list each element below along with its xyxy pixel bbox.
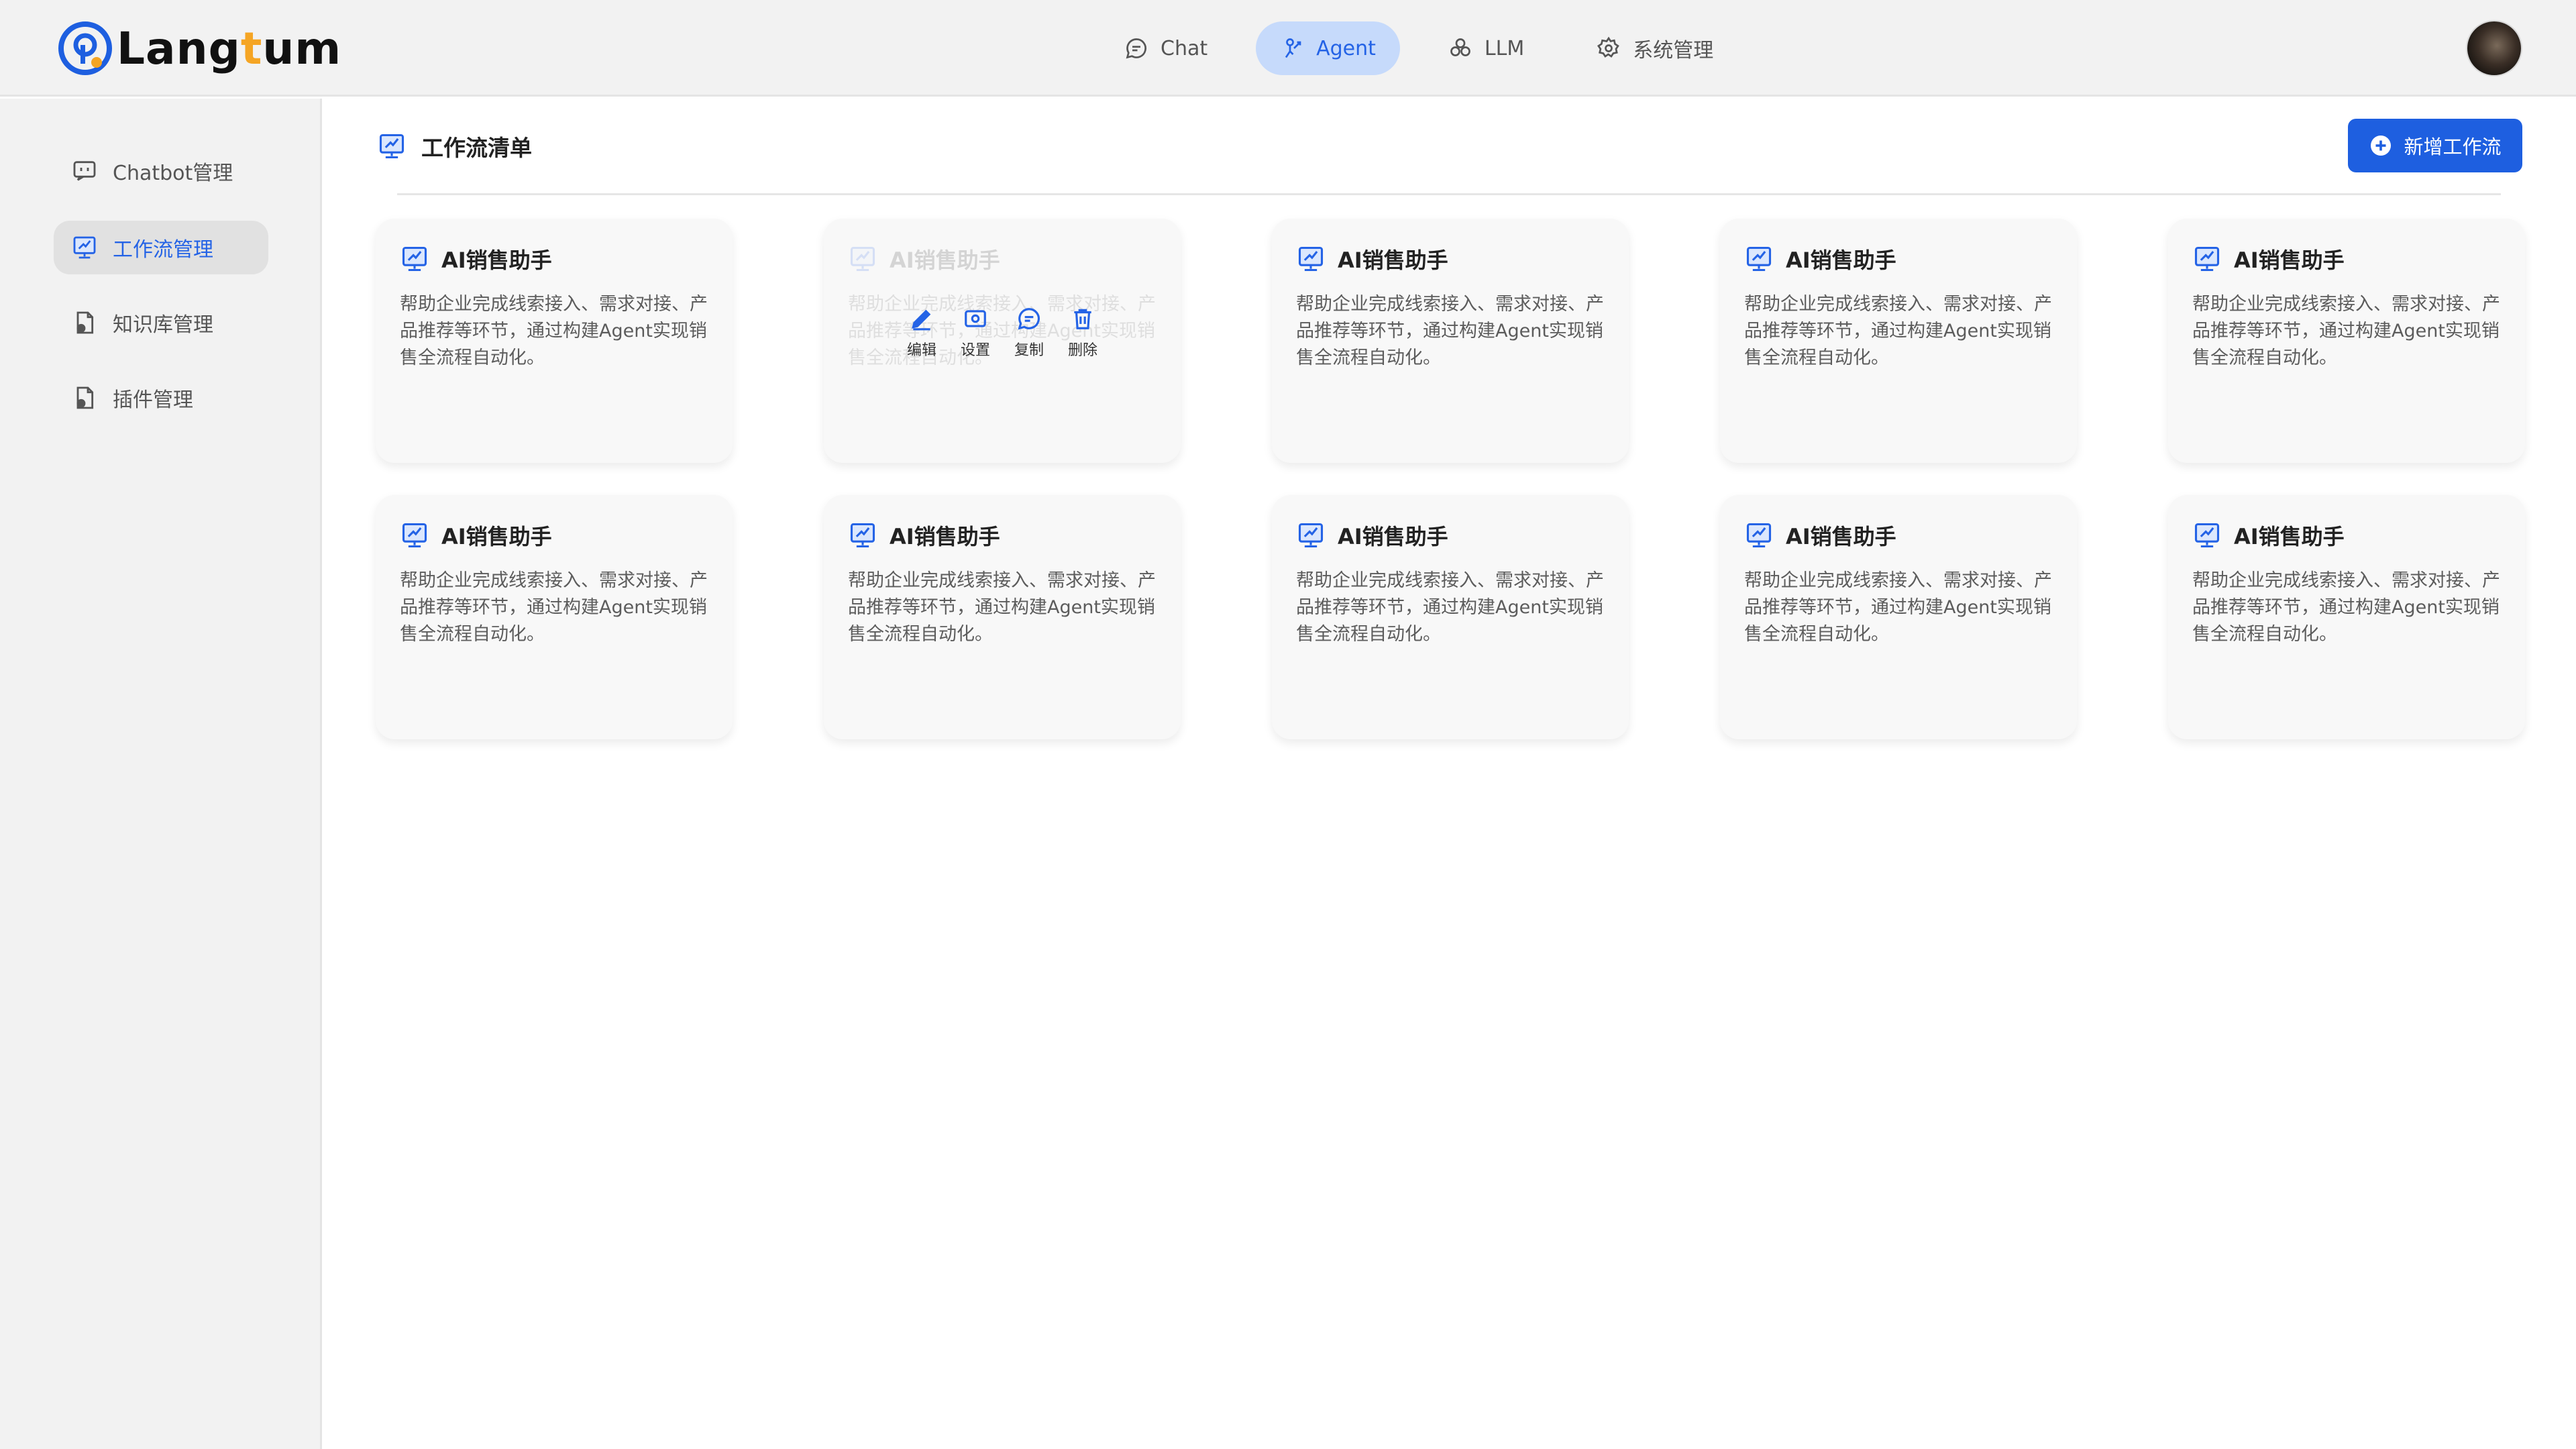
workflow-card[interactable]: AI销售助手 帮助企业完成线索接入、需求对接、产品推荐等环节，通过构建Agent… [2168, 219, 2525, 463]
sidebar-item-knowledge-base[interactable]: 知识库管理 [54, 296, 268, 350]
card-action-bar: 编辑 设置 复制 删除 [824, 306, 1181, 360]
main-nav: Chat Agent LLM 系统管理 [1100, 21, 1737, 75]
workflow-card[interactable]: AI销售助手 帮助企业完成线索接入、需求对接、产品推荐等环节，通过构建Agent… [824, 219, 1181, 463]
workflow-icon [1746, 523, 1772, 548]
cluster-icon [1450, 38, 1470, 56]
trash-icon [1074, 309, 1091, 329]
sidebar: Chatbot管理 工作流管理 知识库管理 插件管理 [0, 99, 322, 1449]
copy-icon [1018, 308, 1040, 330]
card-title: AI销售助手 [441, 524, 552, 549]
card-title: AI销售助手 [2234, 248, 2345, 273]
add-workflow-button[interactable]: 新增工作流 [2348, 119, 2522, 172]
card-header: AI销售助手 [2192, 515, 2345, 555]
sidebar-item-workflow[interactable]: 工作流管理 [54, 221, 268, 274]
plugin-icon [76, 386, 94, 409]
pencil-icon [912, 309, 931, 331]
copy-button[interactable]: 复制 [1012, 306, 1046, 360]
workflow-card[interactable]: AI销售助手 帮助企业完成线索接入、需求对接、产品推荐等环节，通过构建Agent… [824, 495, 1181, 739]
workflow-icon [1298, 523, 1324, 548]
card-title: AI销售助手 [1338, 248, 1448, 273]
workflow-card[interactable]: AI销售助手 帮助企业完成线索接入、需求对接、产品推荐等环节，通过构建Agent… [376, 495, 733, 739]
page-title: 工作流清单 [377, 126, 532, 166]
nav-system-management[interactable]: 系统管理 [1572, 21, 1737, 75]
card-header: AI销售助手 [400, 239, 552, 279]
workflow-icon [850, 246, 875, 272]
workflow-card[interactable]: AI销售助手 帮助企业完成线索接入、需求对接、产品推荐等环节，通过构建Agent… [1272, 219, 1629, 463]
app-logo[interactable]: Langtum [58, 19, 341, 78]
chatbot-icon [73, 161, 96, 181]
top-header: Langtum Chat Agent LLM 系统管理 [0, 0, 2576, 97]
card-description: 帮助企业完成线索接入、需求对接、产品推荐等环节，通过构建Agent实现销售全流程… [400, 570, 708, 645]
workflow-list-icon [379, 133, 405, 159]
card-header: AI销售助手 [1744, 239, 1896, 279]
nav-agent[interactable]: Agent [1256, 21, 1400, 75]
workflow-card[interactable]: AI销售助手 帮助企业完成线索接入、需求对接、产品推荐等环节，通过构建Agent… [1720, 495, 2077, 739]
card-header: AI销售助手 [1296, 515, 1448, 555]
nav-chat[interactable]: Chat [1100, 21, 1232, 75]
plus-circle-icon [2371, 136, 2392, 156]
sidebar-item-chatbot[interactable]: Chatbot管理 [54, 144, 268, 198]
card-header: AI销售助手 [1296, 239, 1448, 279]
card-header: AI销售助手 [400, 515, 552, 555]
logo-text: Langtum [117, 22, 342, 74]
card-title: AI销售助手 [890, 248, 1000, 273]
card-header: AI销售助手 [2192, 239, 2345, 279]
card-description: 帮助企业完成线索接入、需求对接、产品推荐等环节，通过构建Agent实现销售全流程… [2192, 570, 2500, 645]
card-title: AI销售助手 [1786, 248, 1896, 273]
title-divider [397, 193, 2501, 195]
chat-bubble-icon [1126, 38, 1146, 59]
card-title: AI销售助手 [2234, 524, 2345, 549]
workflow-icon [1298, 246, 1324, 272]
card-description: 帮助企业完成线索接入、需求对接、产品推荐等环节，通过构建Agent实现销售全流程… [1296, 570, 1604, 645]
card-title: AI销售助手 [1338, 524, 1448, 549]
workflow-icon [2194, 523, 2220, 548]
card-header: AI销售助手 [1744, 515, 1896, 555]
gear-icon [1597, 36, 1620, 58]
edit-button[interactable]: 编辑 [905, 306, 938, 360]
workflow-card[interactable]: AI销售助手 帮助企业完成线索接入、需求对接、产品推荐等环节，通过构建Agent… [2168, 495, 2525, 739]
sidebar-item-plugin[interactable]: 插件管理 [54, 371, 268, 425]
delete-button[interactable]: 删除 [1066, 306, 1099, 360]
card-header: AI销售助手 [848, 515, 1000, 555]
workflow-icon [1746, 246, 1772, 272]
workflow-icon [402, 523, 427, 548]
workflow-icon [850, 523, 875, 548]
card-description: 帮助企业完成线索接入、需求对接、产品推荐等环节，通过构建Agent实现销售全流程… [848, 570, 1156, 645]
card-description: 帮助企业完成线索接入、需求对接、产品推荐等环节，通过构建Agent实现销售全流程… [1296, 294, 1604, 368]
card-description: 帮助企业完成线索接入、需求对接、产品推荐等环节，通过构建Agent实现销售全流程… [400, 294, 708, 368]
card-description: 帮助企业完成线索接入、需求对接、产品推荐等环节，通过构建Agent实现销售全流程… [1744, 294, 2052, 368]
workflow-card[interactable]: AI销售助手 帮助企业完成线索接入、需求对接、产品推荐等环节，通过构建Agent… [376, 219, 733, 463]
card-header: AI销售助手 [848, 239, 1000, 279]
workflow-card[interactable]: AI销售助手 帮助企业完成线索接入、需求对接、产品推荐等环节，通过构建Agent… [1720, 219, 2077, 463]
workflow-icon [402, 246, 427, 272]
settings-button[interactable]: 设置 [959, 306, 992, 360]
workflow-icon [73, 236, 96, 259]
card-description: 帮助企业完成线索接入、需求对接、产品推荐等环节，通过构建Agent实现销售全流程… [2192, 294, 2500, 368]
knowledge-base-icon [76, 311, 94, 334]
workflow-icon [2194, 246, 2220, 272]
workflow-card[interactable]: AI销售助手 帮助企业完成线索接入、需求对接、产品推荐等环节，通过构建Agent… [1272, 495, 1629, 739]
agent-icon [1285, 38, 1301, 58]
card-title: AI销售助手 [441, 248, 552, 273]
settings-icon [965, 310, 986, 327]
card-title: AI销售助手 [1786, 524, 1896, 549]
card-description: 帮助企业完成线索接入、需求对接、产品推荐等环节，通过构建Agent实现销售全流程… [1744, 570, 2052, 645]
user-avatar[interactable] [2467, 21, 2521, 75]
logo-mark-icon [58, 21, 112, 75]
card-title: AI销售助手 [890, 524, 1000, 549]
nav-llm[interactable]: LLM [1424, 21, 1548, 75]
